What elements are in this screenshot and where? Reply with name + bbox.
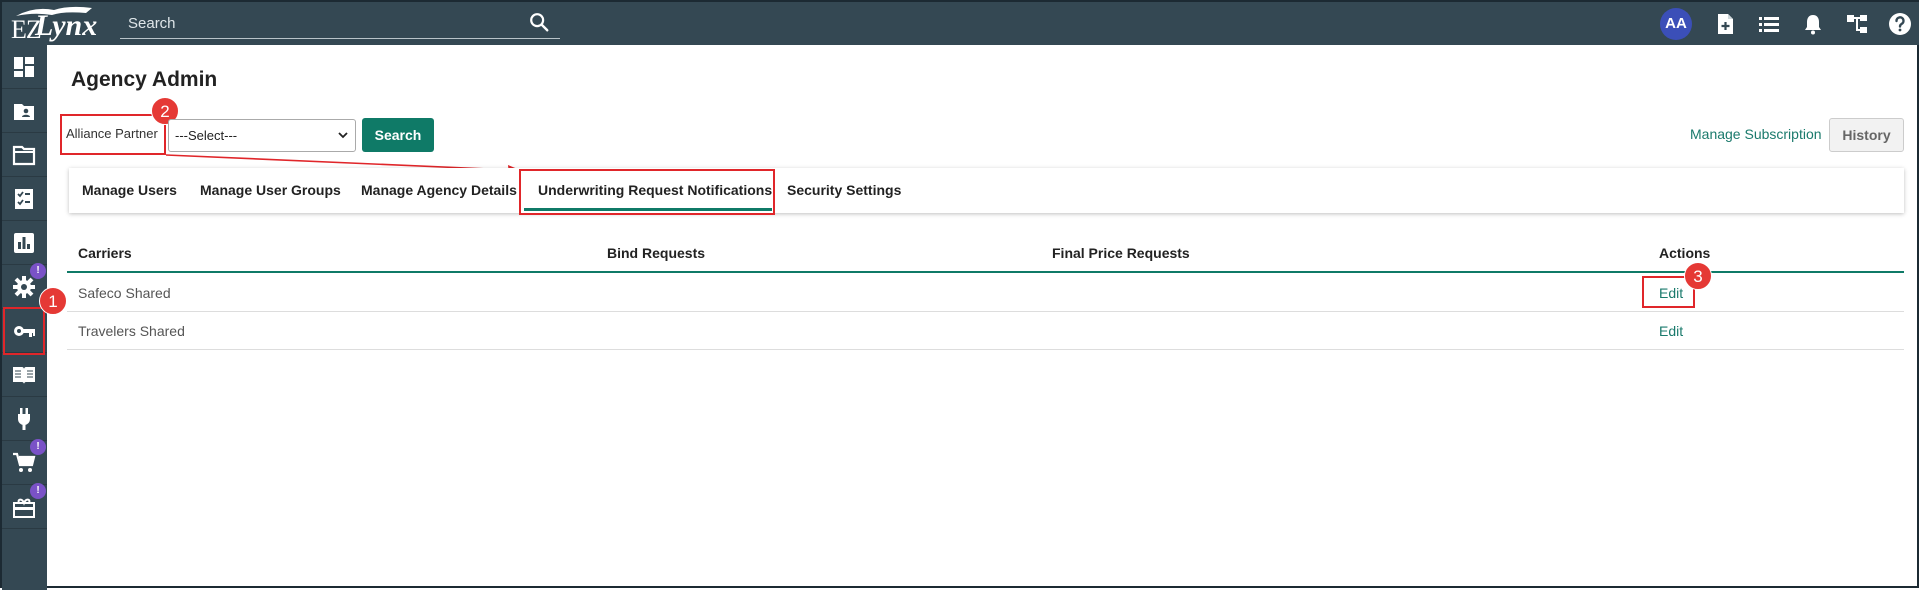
tab-manage-agency-details[interactable]: Manage Agency Details (361, 182, 517, 198)
tab-manage-users[interactable]: Manage Users (82, 182, 177, 198)
row-divider (67, 311, 1904, 312)
carrier-name: Travelers Shared (78, 323, 185, 339)
column-header-carriers: Carriers (78, 245, 132, 261)
annotation-arrow (165, 154, 520, 175)
row-divider (67, 349, 1904, 350)
tab-manage-user-groups[interactable]: Manage User Groups (200, 182, 341, 198)
carrier-name: Safeco Shared (78, 285, 171, 301)
column-header-bind-requests: Bind Requests (607, 245, 706, 261)
app-frame: EZ Lynx AA (0, 0, 1919, 590)
tab-bar: Manage Users Manage User Groups Manage A… (69, 168, 1904, 213)
column-header-actions: Actions (1659, 245, 1711, 261)
table-header-divider (67, 271, 1904, 273)
tab-security-settings[interactable]: Security Settings (787, 182, 901, 198)
edit-link[interactable]: Edit (1659, 323, 1683, 339)
annotation-box-tab (519, 169, 775, 215)
column-header-final-price-requests: Final Price Requests (1052, 245, 1190, 261)
annotation-callout-3: 3 (1684, 262, 1712, 290)
